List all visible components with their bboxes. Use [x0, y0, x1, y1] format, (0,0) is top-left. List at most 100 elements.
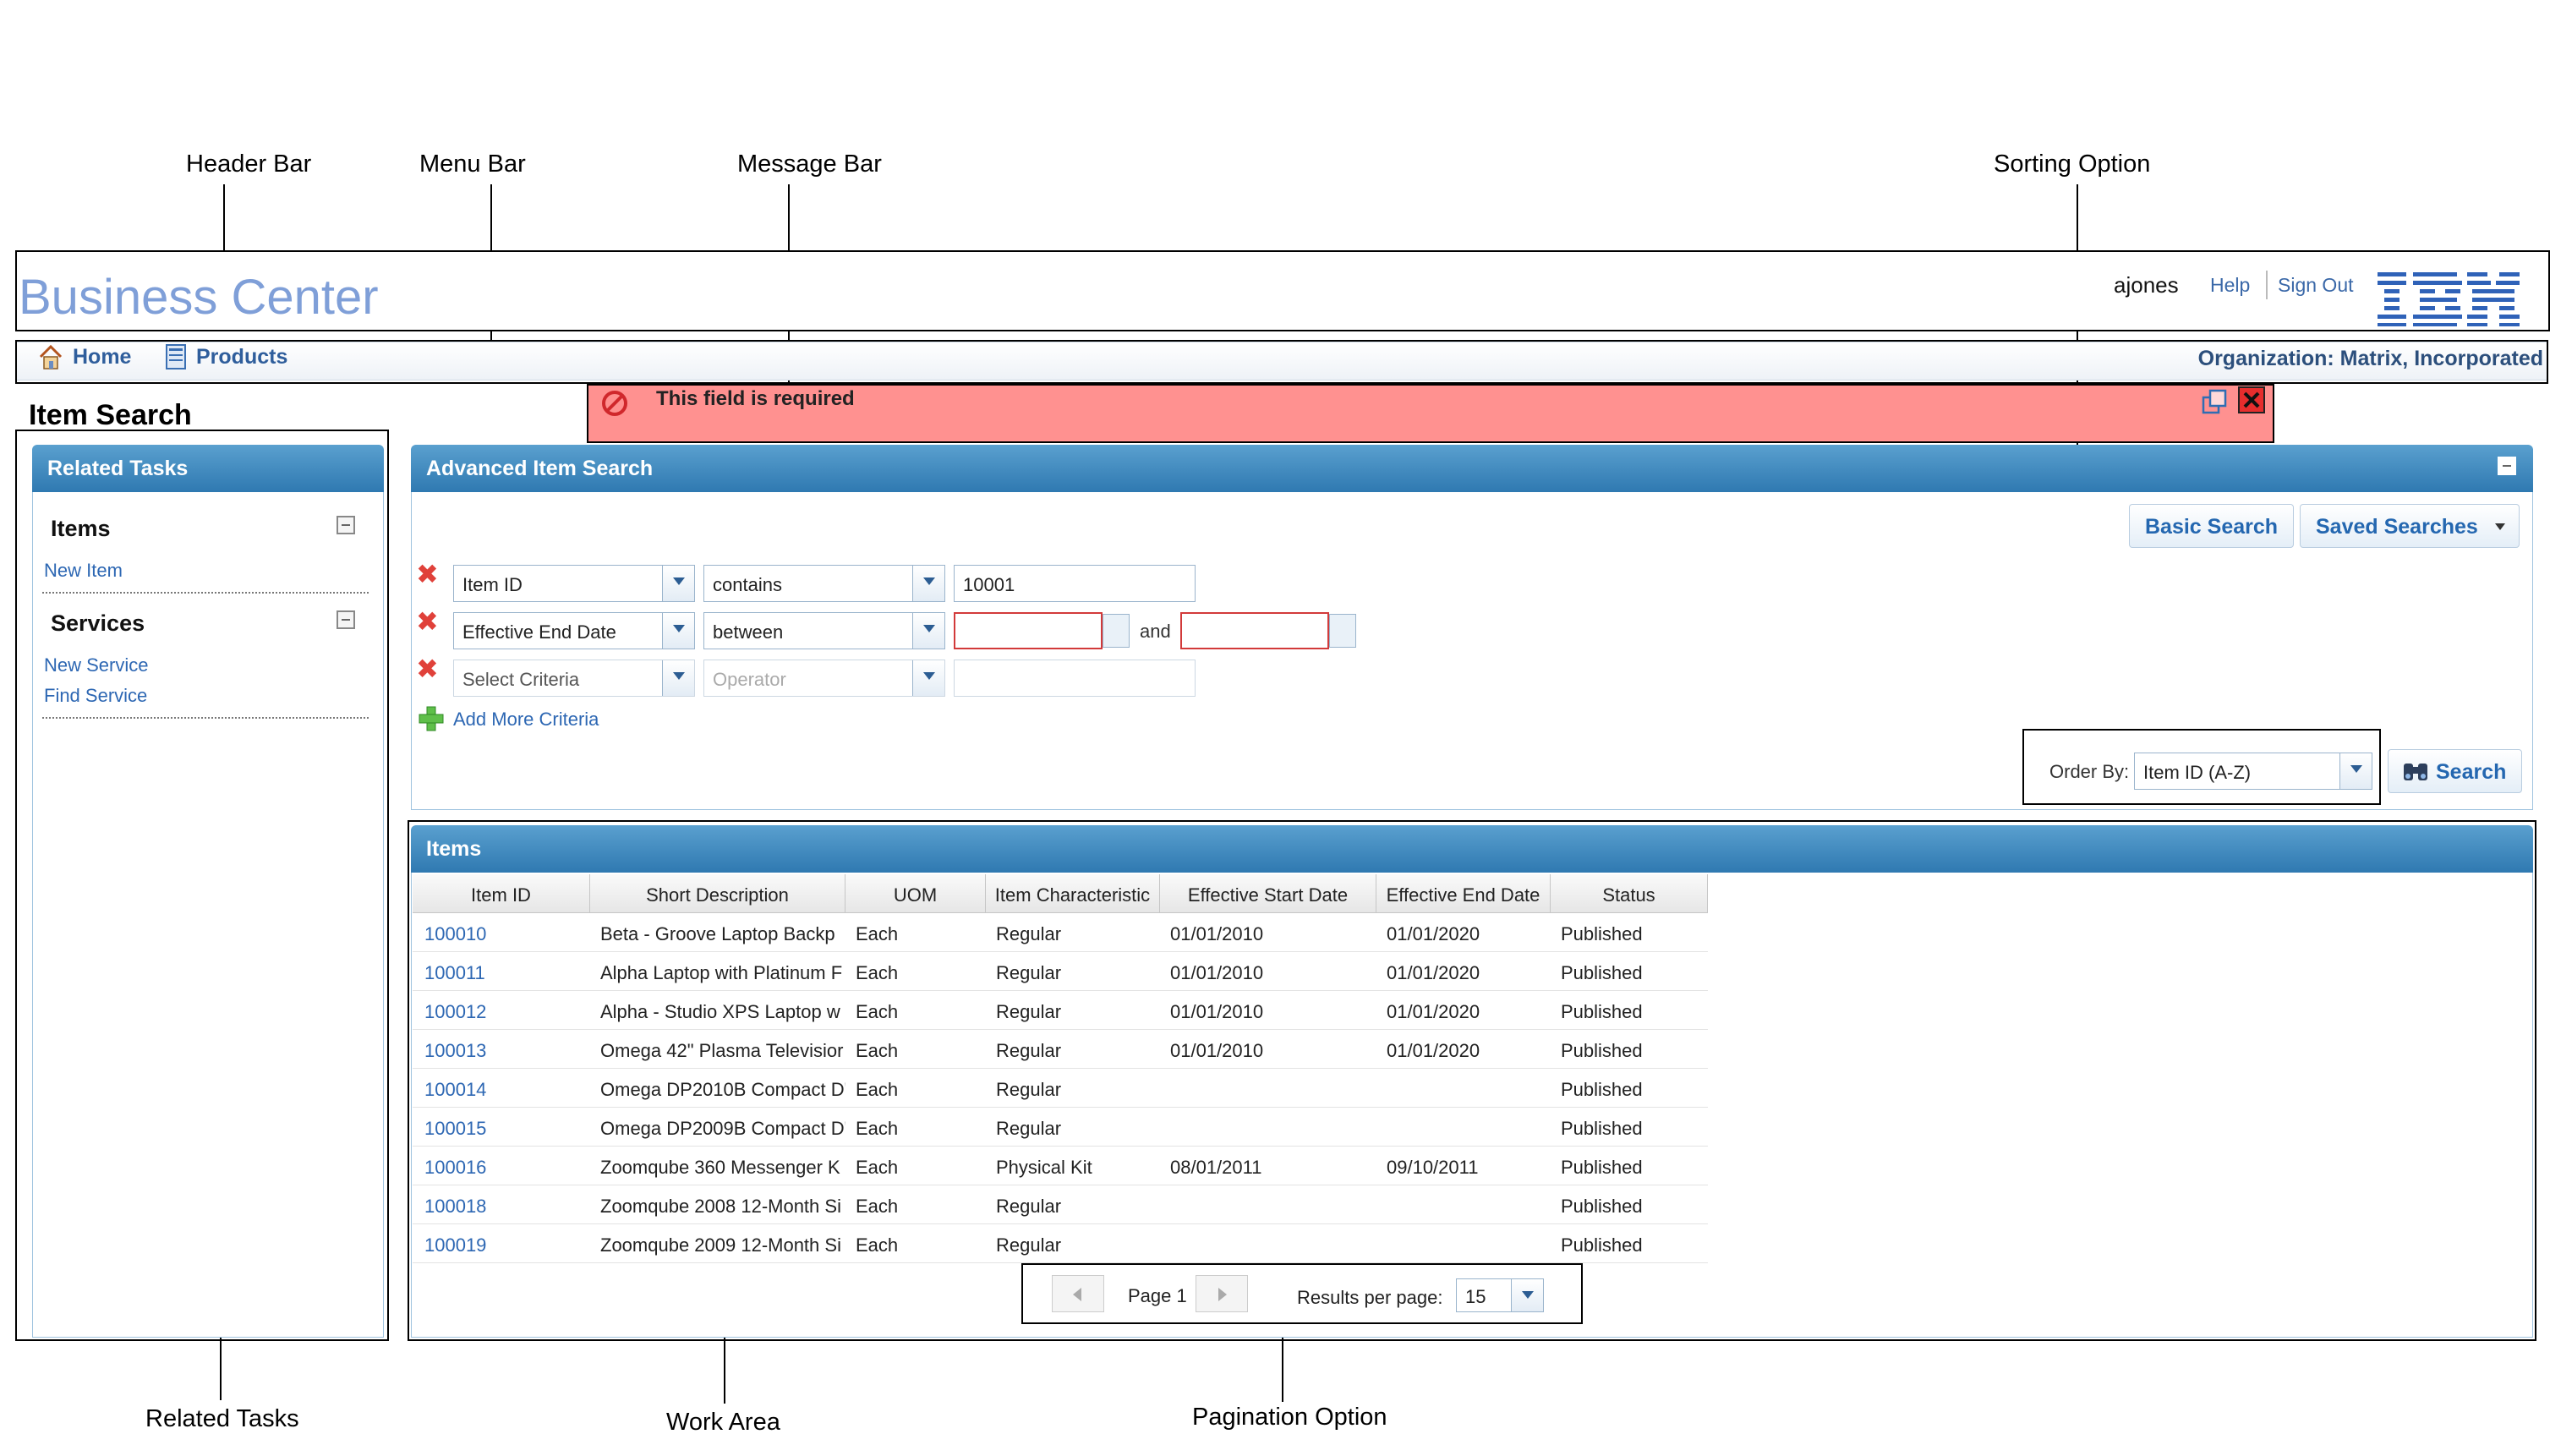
remove-criteria-icon[interactable]: ✖ — [416, 605, 439, 638]
collapse-advanced-search-icon[interactable] — [2498, 457, 2516, 475]
item-id-link[interactable]: 100018 — [424, 1196, 577, 1218]
help-link[interactable]: Help — [2210, 274, 2250, 297]
basic-search-button[interactable]: Basic Search — [2129, 504, 2295, 548]
table-cell: 08/01/2011 — [1170, 1157, 1262, 1178]
order-by-select[interactable]: Item ID (A-Z) — [2134, 753, 2372, 790]
sign-out-link[interactable]: Sign Out — [2278, 274, 2354, 297]
table-cell: Regular — [996, 1001, 1062, 1022]
table-row[interactable]: 100012 Alpha - Studio XPS Laptop w Each Reg… — [413, 991, 1708, 1030]
restore-icon[interactable] — [2200, 387, 2229, 416]
criteria-field-select[interactable]: Select Criteria — [453, 660, 695, 697]
table-cell: 01/01/2020 — [1387, 962, 1480, 983]
close-message-icon[interactable] — [2237, 386, 2266, 414]
table-cell: Each — [856, 1001, 899, 1022]
table-cell: 01/01/2010 — [1170, 962, 1264, 983]
table-cell: Each — [856, 923, 899, 944]
table-row[interactable]: 100016 Zoomqube 360 Messenger K Each Physic… — [413, 1147, 1708, 1185]
item-id-link[interactable]: 100013 — [424, 1040, 577, 1062]
table-cell: Published — [1561, 1157, 1643, 1178]
criteria-field-select[interactable]: Effective End Date — [453, 612, 695, 649]
table-cell: Each — [856, 1079, 899, 1100]
table-cell: Beta - Groove Laptop Backp — [600, 923, 835, 944]
saved-searches-label: Saved Searches — [2316, 515, 2478, 539]
prev-page-button[interactable] — [1052, 1275, 1104, 1312]
results-per-page-label: Results per page: — [1297, 1287, 1443, 1308]
criteria-operator-select[interactable]: contains — [703, 565, 945, 602]
table-row[interactable]: 100015 Omega DP2009B Compact D' Each Regula… — [413, 1108, 1708, 1147]
table-cell: 01/01/2020 — [1387, 1040, 1480, 1061]
collapse-services-icon[interactable] — [337, 610, 355, 629]
table-cell: Regular — [996, 962, 1062, 983]
start-date-input[interactable] — [954, 612, 1103, 649]
criteria-value-input — [954, 660, 1196, 697]
table-cell: Omega DP2009B Compact D' — [600, 1118, 845, 1139]
table-cell: Published — [1561, 1079, 1643, 1100]
criteria-field-select[interactable]: Item ID — [453, 565, 695, 602]
table-cell: Published — [1561, 1234, 1643, 1256]
table-cell: Published — [1561, 1001, 1643, 1022]
search-label: Search — [2436, 760, 2507, 784]
collapse-items-icon[interactable] — [337, 516, 355, 534]
table-row[interactable]: 100010 Beta - Groove Laptop Backp Each Regu… — [413, 913, 1708, 952]
next-page-button[interactable] — [1196, 1275, 1248, 1312]
search-button[interactable]: Search — [2388, 749, 2523, 793]
saved-searches-button[interactable]: Saved Searches — [2300, 504, 2520, 548]
callout-sorting-option: Sorting Option — [1994, 151, 2151, 178]
related-tasks-header: Related Tasks — [32, 445, 384, 492]
column-header[interactable]: UOM — [845, 874, 986, 913]
chevron-left-icon — [1073, 1288, 1081, 1301]
page-number: 1 — [1176, 1285, 1187, 1306]
item-id-link[interactable]: 100014 — [424, 1079, 577, 1101]
table-cell: Published — [1561, 1118, 1643, 1139]
table-cell: Alpha Laptop with Platinum F — [600, 962, 843, 983]
organization-label: Organization: Matrix, Incorporated — [2197, 347, 2543, 370]
divider — [42, 592, 369, 594]
products-icon — [166, 344, 186, 369]
menu-bar-outline — [15, 340, 2548, 384]
new-item-link[interactable]: New Item — [44, 560, 123, 582]
find-service-link[interactable]: Find Service — [44, 685, 147, 707]
table-cell: Published — [1561, 1196, 1643, 1217]
end-date-input[interactable] — [1180, 612, 1329, 649]
column-header[interactable]: Item ID — [413, 874, 590, 913]
results-per-page-select[interactable]: 15 — [1456, 1278, 1544, 1312]
new-service-link[interactable]: New Service — [44, 654, 148, 676]
table-cell: Regular — [996, 1234, 1062, 1256]
table-row[interactable]: 100019 Zoomqube 2009 12-Month Si Each Regul… — [413, 1224, 1708, 1263]
table-cell: Zoomqube 360 Messenger K — [600, 1157, 840, 1178]
binoculars-icon — [2404, 764, 2427, 780]
chevron-down-icon — [912, 613, 944, 649]
criteria-value-input[interactable]: 10001 — [954, 565, 1196, 602]
table-row[interactable]: 100014 Omega DP2010B Compact D' Each Regula… — [413, 1069, 1708, 1108]
item-id-link[interactable]: 100010 — [424, 923, 577, 945]
calendar-icon[interactable] — [1329, 614, 1356, 648]
criteria-operator-select[interactable]: between — [703, 612, 945, 649]
column-header[interactable]: Effective Start Date — [1160, 874, 1376, 913]
table-cell: 01/01/2010 — [1170, 1040, 1264, 1061]
remove-criteria-icon[interactable]: ✖ — [416, 558, 439, 590]
column-header[interactable]: Effective End Date — [1376, 874, 1551, 913]
chevron-down-icon — [2494, 523, 2505, 530]
table-row[interactable]: 100011 Alpha Laptop with Platinum F Each Re… — [413, 952, 1708, 991]
criteria-operator-select: Operator — [703, 660, 945, 697]
column-header[interactable]: Item Characteristic — [986, 874, 1160, 913]
calendar-icon[interactable] — [1103, 614, 1130, 648]
table-row[interactable]: 100018 Zoomqube 2008 12-Month Si Each Regul… — [413, 1185, 1708, 1224]
callout-pagination-option: Pagination Option — [1192, 1404, 1387, 1431]
chevron-down-icon — [662, 613, 694, 649]
item-id-link[interactable]: 100019 — [424, 1234, 577, 1256]
add-more-criteria-link[interactable]: Add More Criteria — [453, 709, 599, 731]
column-header[interactable]: Short Description — [590, 874, 845, 913]
column-header[interactable]: Status — [1551, 874, 1708, 913]
menu-home[interactable]: Home — [73, 345, 131, 369]
menu-products[interactable]: Products — [196, 345, 287, 369]
item-id-link[interactable]: 100012 — [424, 1001, 577, 1023]
add-icon[interactable] — [418, 705, 445, 732]
item-id-link[interactable]: 100015 — [424, 1118, 577, 1140]
table-row[interactable]: 100013 Omega 42" Plasma Televisior Each Reg… — [413, 1030, 1708, 1069]
remove-criteria-icon[interactable]: ✖ — [416, 653, 439, 685]
item-id-link[interactable]: 100011 — [424, 962, 577, 984]
table-cell: Published — [1561, 1040, 1643, 1061]
table-cell: Physical Kit — [996, 1157, 1092, 1178]
item-id-link[interactable]: 100016 — [424, 1157, 577, 1179]
